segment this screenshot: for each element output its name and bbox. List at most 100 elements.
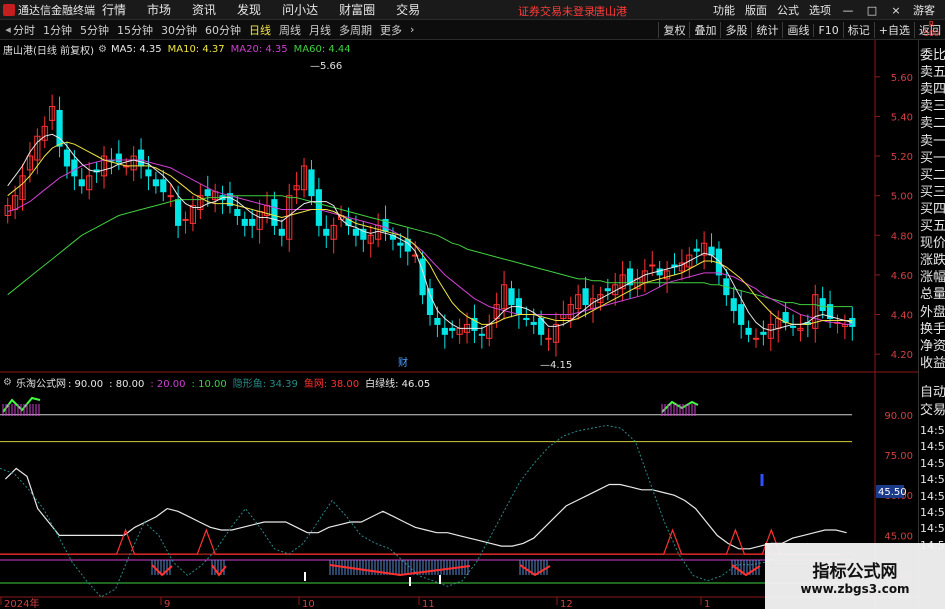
side-field-13: 涨幅 bbox=[920, 270, 945, 286]
watermark-url: www.zbgs3.com bbox=[800, 581, 910, 596]
sub-tick-label: 45.00 bbox=[884, 531, 913, 542]
side-field-10: 买五 bbox=[920, 219, 945, 234]
ma-legend-item: MA20: 4.35 bbox=[230, 43, 288, 55]
side-field-5: 卖一 bbox=[920, 133, 945, 149]
price-tick-label: 4.40 bbox=[891, 311, 913, 322]
candle-body bbox=[449, 327, 456, 331]
side-field-15: 外盘 bbox=[920, 304, 945, 320]
tick-time: 14:56 bbox=[920, 506, 945, 519]
date-tick-label: 1 bbox=[704, 599, 710, 609]
side-field-19[interactable]: 自动 bbox=[920, 385, 945, 401]
candle-body bbox=[137, 149, 145, 167]
candle-body bbox=[434, 317, 441, 325]
candle-body bbox=[582, 288, 589, 306]
price-tick-label: 5.40 bbox=[891, 112, 913, 123]
side-field-8: 买三 bbox=[920, 184, 945, 200]
tick-time: 14:56 bbox=[920, 522, 945, 536]
watermark-title: 指标公式网 bbox=[812, 561, 898, 582]
side-field-18: 收益 bbox=[920, 355, 945, 371]
price-tick-label: 5.20 bbox=[891, 152, 913, 163]
candle-body bbox=[789, 325, 797, 328]
date-tick-label: 11 bbox=[422, 599, 435, 609]
candle-body bbox=[249, 218, 256, 226]
indicator-legend-item: 白绿线: 46.05 bbox=[365, 378, 431, 390]
watermark: 指标公式网 www.zbgs3.com bbox=[765, 543, 945, 609]
candle-body bbox=[241, 218, 248, 226]
tick-time: 14:56 bbox=[920, 489, 945, 503]
candle-body bbox=[152, 179, 159, 187]
side-field-9: 买四 bbox=[920, 201, 945, 217]
candle-body bbox=[397, 242, 404, 246]
tick-time: 14:56 bbox=[920, 440, 945, 454]
candle-body bbox=[234, 209, 241, 216]
side-field-7: 买二 bbox=[920, 167, 945, 183]
candle-body bbox=[352, 228, 360, 236]
sub-tick-label: 90.00 bbox=[884, 411, 913, 422]
kline-chart[interactable]: 5.60 5.40 5.20 5.00 4.80 4.60 4.40 4.20 90.00 75.… bbox=[0, 0, 945, 609]
candle-body bbox=[115, 153, 122, 163]
candle-body bbox=[523, 317, 530, 320]
candle-body bbox=[819, 298, 826, 312]
ma-legend-item: MA60: 4.44 bbox=[293, 43, 351, 55]
finance-marker: 财 bbox=[398, 356, 408, 369]
candle-body bbox=[545, 337, 552, 340]
side-field-20[interactable]: 交易 bbox=[920, 403, 945, 419]
side-field-4: 卖二 bbox=[920, 116, 945, 132]
price-tick-label: 5.00 bbox=[891, 192, 913, 203]
hidden-fish-line bbox=[0, 424, 838, 598]
indicator-legend-item: : 80.00 bbox=[109, 378, 145, 390]
ma-legend-item: MA5: 4.35 bbox=[110, 43, 162, 55]
side-field-12: 涨跌 bbox=[920, 253, 945, 269]
candle-body bbox=[315, 189, 322, 226]
indicator-legend-item: 鱼网: 38.00 bbox=[303, 378, 360, 390]
low-price-label: —4.15 bbox=[540, 360, 572, 371]
price-tick-label: 4.80 bbox=[891, 231, 913, 242]
candle-body bbox=[604, 288, 611, 292]
candle-body bbox=[308, 169, 315, 197]
candle-body bbox=[175, 199, 182, 226]
candle-body bbox=[745, 327, 752, 335]
tick-time: 14:56 bbox=[920, 424, 945, 437]
candle-body bbox=[508, 288, 515, 306]
stock-label: 唐山港(日线 前复权) bbox=[3, 45, 94, 57]
ma-legend: MA5: 4.35 MA10: 4.37 MA20: 4.35 MA60: 4.44 bbox=[111, 44, 357, 55]
candle-body bbox=[656, 268, 663, 276]
date-tick-label: 10 bbox=[302, 599, 315, 609]
side-field-6: 买一 bbox=[920, 150, 945, 166]
candle-body bbox=[478, 333, 485, 336]
indicator-name: 乐淘公式网 bbox=[15, 378, 66, 390]
candle-body bbox=[145, 169, 152, 177]
candle-body bbox=[708, 246, 715, 256]
candle-body bbox=[752, 337, 760, 340]
side-field-16: 换手 bbox=[920, 321, 945, 337]
side-field-17: 净资 bbox=[920, 338, 945, 354]
side-field-14: 总量 bbox=[920, 287, 945, 303]
indicator-values: : 90.00: 80.00: 20.00: 10.00 隐形鱼: 34.39 鱼网… bbox=[68, 375, 436, 390]
tick-time: 14:56 bbox=[920, 473, 945, 487]
price-tick-label: 4.20 bbox=[891, 350, 913, 361]
candle-body bbox=[441, 327, 448, 335]
risk-badge: R 500 bbox=[923, 20, 940, 38]
sub-legend: ⚙ 乐淘公式网 : 90.00: 80.00: 20.00: 10.00 隐形鱼:… bbox=[3, 375, 436, 390]
sub-value-text: 45.50 bbox=[878, 487, 907, 498]
tick-time: 14:56 bbox=[920, 456, 945, 470]
gear-icon[interactable]: ⚙ bbox=[98, 44, 107, 55]
candle-body bbox=[323, 228, 330, 236]
price-tick-label: 4.60 bbox=[891, 271, 913, 282]
candle-body bbox=[204, 189, 211, 197]
side-field-11: 现价 bbox=[920, 236, 945, 252]
candle-body bbox=[182, 218, 189, 221]
indicator-legend-item: : 90.00 bbox=[67, 378, 104, 390]
candle-body bbox=[71, 159, 78, 177]
candle-body bbox=[63, 149, 71, 167]
side-field-2: 卖四 bbox=[920, 82, 945, 98]
candle-body bbox=[167, 195, 174, 198]
gear-icon[interactable]: ⚙ bbox=[3, 377, 12, 388]
white-green-line bbox=[4, 467, 847, 550]
date-tick-label: 12 bbox=[560, 599, 573, 609]
candle-body bbox=[271, 199, 278, 226]
candle-body bbox=[730, 298, 737, 312]
date-tick-label: 2024年 bbox=[4, 597, 39, 609]
candle-body bbox=[426, 288, 434, 316]
candle-body bbox=[693, 248, 700, 252]
